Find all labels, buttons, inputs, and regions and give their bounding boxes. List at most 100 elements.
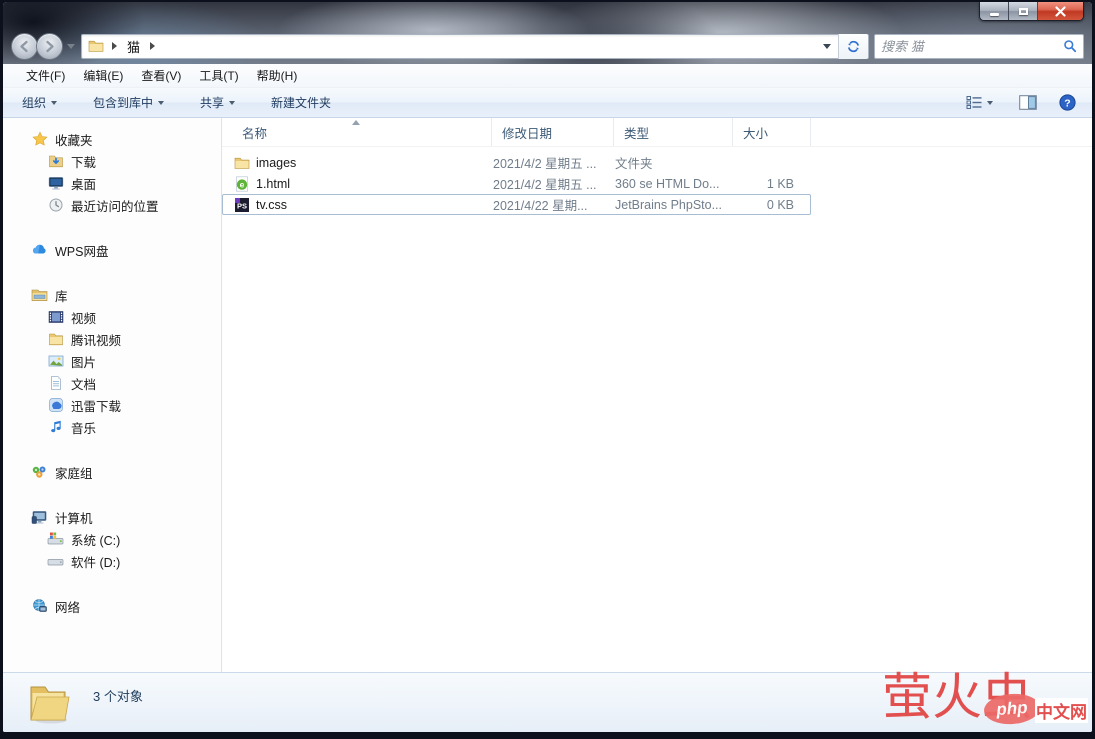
- watermark: 萤火虫 php 中文网: [882, 669, 1088, 730]
- svg-text:e: e: [240, 179, 245, 189]
- sidebar-item-label: 视频: [71, 311, 97, 326]
- address-history-dropdown[interactable]: [816, 35, 838, 58]
- recent-places-icon: [47, 197, 64, 214]
- sidebar-group-label: 计算机: [55, 511, 93, 526]
- menu-help[interactable]: 帮助(H): [248, 64, 307, 87]
- search-input[interactable]: [881, 38, 1063, 54]
- back-arrow-icon: [20, 40, 28, 52]
- column-header-date-modified[interactable]: 修改日期: [492, 118, 614, 146]
- breadcrumb-expand-icon[interactable]: [150, 42, 156, 50]
- file-row-tv-css[interactable]: PS tv.css 2021/4/22 星期... JetBrains PhpS…: [222, 194, 811, 215]
- sidebar-item-music[interactable]: 音乐: [3, 416, 221, 438]
- breadcrumb-separator-icon: [112, 42, 117, 50]
- change-view-button[interactable]: [960, 92, 999, 113]
- file-date: 2021/4/2 星期五 ...: [493, 178, 597, 192]
- documents-icon: [47, 375, 64, 392]
- sidebar-item-recent-places[interactable]: 最近访问的位置: [3, 194, 221, 216]
- sidebar-item-label: 桌面: [71, 177, 97, 192]
- refresh-button[interactable]: [838, 33, 868, 59]
- pictures-icon: [47, 353, 64, 370]
- file-size: 1 KB: [766, 176, 794, 191]
- organize-label: 组织: [22, 96, 47, 110]
- php-badge: php: [983, 692, 1041, 726]
- help-button[interactable]: ?: [1053, 91, 1082, 114]
- file-row-1-html[interactable]: e 1.html 2021/4/2 星期五 ... 360 se HTML Do…: [222, 173, 811, 194]
- include-in-library-label: 包含到库中: [93, 96, 154, 110]
- views-icon: [966, 96, 982, 109]
- file-type: 360 se HTML Do...: [615, 176, 720, 191]
- close-button[interactable]: [1038, 2, 1083, 20]
- share-label: 共享: [200, 96, 225, 110]
- column-header-type[interactable]: 类型: [614, 118, 733, 146]
- menu-bar: 文件(F) 编辑(E) 查看(V) 工具(T) 帮助(H): [3, 64, 1092, 88]
- file-name: images: [256, 155, 297, 170]
- forward-arrow-icon: [46, 40, 54, 52]
- search-box[interactable]: [874, 33, 1084, 59]
- sidebar-group-wps-cloud[interactable]: WPS网盘: [3, 239, 221, 261]
- folder-icon: [88, 40, 104, 52]
- recent-pages-dropdown[interactable]: [67, 43, 75, 49]
- breadcrumb-folder[interactable]: 猫: [125, 35, 142, 58]
- file-row-images[interactable]: images 2021/4/2 星期五 ... 文件夹: [222, 152, 811, 173]
- sidebar-group-libraries[interactable]: 库: [3, 284, 221, 306]
- menu-view[interactable]: 查看(V): [132, 64, 190, 87]
- file-size: 0 KB: [766, 197, 794, 212]
- phpstorm-icon: PS: [235, 197, 249, 212]
- sidebar-item-label: 软件 (D:): [71, 555, 121, 570]
- file-date: 2021/4/22 星期...: [493, 199, 588, 213]
- file-type: JetBrains PhpSto...: [615, 197, 723, 212]
- html-360-icon: e: [236, 175, 248, 192]
- organize-button[interactable]: 组织: [13, 90, 66, 115]
- folder-large-icon: [30, 686, 70, 723]
- sort-ascending-icon: [352, 120, 360, 125]
- item-count: 3 个对象: [93, 689, 143, 704]
- sidebar-group-homegroup[interactable]: 家庭组: [3, 461, 221, 483]
- sidebar-item-downloads[interactable]: 下载: [3, 150, 221, 172]
- preview-pane-button[interactable]: [1013, 92, 1043, 113]
- sidebar-item-system-c-drive[interactable]: 系统 (C:): [3, 528, 221, 550]
- file-name: 1.html: [256, 176, 291, 191]
- navigation-bar: 猫: [3, 32, 1092, 60]
- sidebar-group-favorites[interactable]: 收藏夹: [3, 128, 221, 150]
- menu-file[interactable]: 文件(F): [17, 64, 74, 87]
- menu-edit[interactable]: 编辑(E): [74, 64, 132, 87]
- new-folder-button[interactable]: 新建文件夹: [262, 90, 340, 115]
- sidebar-item-desktop[interactable]: 桌面: [3, 172, 221, 194]
- sidebar-item-label: 腾讯视频: [71, 333, 122, 348]
- address-bar[interactable]: 猫: [81, 33, 869, 59]
- include-in-library-button[interactable]: 包含到库中: [84, 90, 173, 115]
- explorer-window: 猫 搜索 猫 文件(F) 编辑(E) 查看(V) 工具(T) 帮助(H) 组织 …: [0, 0, 1095, 739]
- folder-icon: [47, 331, 64, 348]
- system-drive-icon: [47, 531, 64, 548]
- homegroup-icon: [31, 464, 48, 481]
- watermark-suffix: 中文网: [1035, 698, 1088, 723]
- sidebar-item-documents[interactable]: 文档: [3, 372, 221, 394]
- title-bar: 猫: [3, 2, 1092, 64]
- window-controls: [979, 2, 1084, 21]
- search-icon[interactable]: [1063, 39, 1077, 53]
- sidebar-group-label: 收藏夹: [55, 133, 93, 148]
- file-date: 2021/4/2 星期五 ...: [493, 157, 597, 171]
- back-button[interactable]: [11, 32, 38, 60]
- sidebar-item-videos[interactable]: 视频: [3, 306, 221, 328]
- libraries-icon: [31, 287, 48, 304]
- sidebar-item-software-d-drive[interactable]: 软件 (D:): [3, 550, 221, 572]
- share-button[interactable]: 共享: [191, 90, 244, 115]
- file-name: tv.css: [256, 197, 288, 212]
- sidebar-group-network[interactable]: 网络: [3, 595, 221, 617]
- minimize-button[interactable]: [980, 2, 1009, 20]
- sidebar-item-tencent-video[interactable]: 腾讯视频: [3, 328, 221, 350]
- file-type: 文件夹: [615, 157, 653, 171]
- column-header-size[interactable]: 大小: [733, 118, 811, 146]
- maximize-button[interactable]: [1009, 2, 1038, 20]
- sidebar-item-label: 系统 (C:): [71, 533, 121, 548]
- sidebar-item-label: 迅雷下载: [71, 399, 122, 414]
- menu-tools[interactable]: 工具(T): [190, 64, 247, 87]
- sidebar-group-label: 网络: [55, 600, 81, 615]
- star-icon: [31, 131, 48, 148]
- forward-button[interactable]: [36, 32, 63, 60]
- sidebar-item-thunder-download[interactable]: 迅雷下载: [3, 394, 221, 416]
- cloud-icon: [31, 242, 48, 259]
- sidebar-item-pictures[interactable]: 图片: [3, 350, 221, 372]
- sidebar-group-computer[interactable]: 计算机: [3, 506, 221, 528]
